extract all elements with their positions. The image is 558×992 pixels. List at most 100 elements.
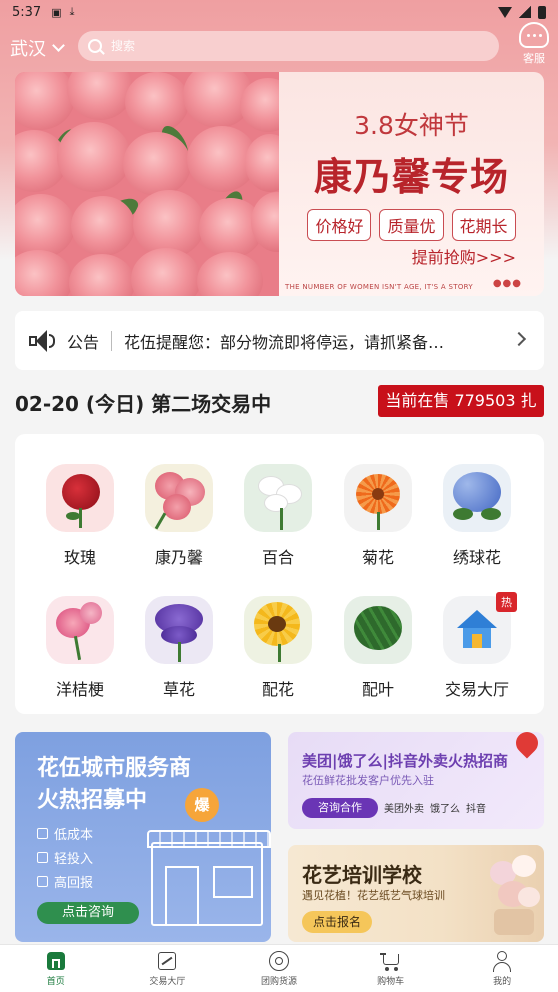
banner-line2: 康乃馨专场 — [313, 155, 509, 199]
shop-illustration — [147, 830, 271, 926]
notice-bar[interactable]: 公告 花伍提醒您：部分物流即将停运，请抓紧备… — [15, 311, 544, 370]
category-hydrangea[interactable]: 绣球花 — [432, 464, 522, 568]
category-label: 洋桔梗 — [55, 680, 104, 699]
delivery-card-title: 美团|饿了么|抖音外卖火热招商 — [302, 752, 508, 770]
banner-cta[interactable]: 提前抢购>>> — [412, 244, 516, 268]
chart-icon — [156, 950, 178, 972]
statice-icon — [145, 596, 213, 664]
session-title: 02-20 (今日) 第二场交易中 — [15, 392, 272, 416]
home-icon — [45, 950, 67, 972]
recruit-feature: 高回报 — [37, 872, 93, 891]
recruit-feature: 轻投入 — [37, 848, 93, 867]
eustoma-icon — [46, 596, 114, 664]
groupbuy-icon — [268, 950, 290, 972]
category-label: 玫瑰 — [63, 548, 96, 567]
consult-button[interactable]: 点击咨询 — [37, 902, 139, 924]
status-bar: 5:37 ▣ ⤓ — [0, 0, 558, 24]
category-grid: 玫瑰 康乃馨 百合 菊花 绣球花 洋桔梗 草花 配花 配叶 热 交易大厅 — [15, 434, 544, 714]
category-carnation[interactable]: 康乃馨 — [134, 464, 224, 568]
battery-icon — [538, 5, 546, 19]
chevron-right-icon[interactable] — [511, 331, 527, 347]
tab-label: 首页 — [46, 977, 65, 987]
banner-line1: 3.8女神节 — [354, 111, 469, 140]
signal-icon — [519, 6, 531, 18]
training-card-subtitle: 遇见花植！花艺纸艺气球培训 — [302, 889, 445, 902]
search-input[interactable] — [111, 39, 481, 53]
notice-label: 公告 — [67, 332, 100, 352]
rose-icon — [46, 464, 114, 532]
search-icon — [88, 39, 102, 53]
carnation-icon — [145, 464, 213, 532]
tab-label: 购物车 — [377, 977, 405, 987]
category-eustoma[interactable]: 洋桔梗 — [35, 596, 125, 700]
category-label: 绣球花 — [452, 548, 501, 567]
category-label: 菊花 — [361, 548, 394, 567]
tab-label: 团购货源 — [260, 977, 297, 987]
customer-service-button[interactable]: 客服 — [512, 22, 556, 66]
customer-service-label: 客服 — [523, 52, 545, 65]
banner-tag: 质量优 — [379, 209, 444, 241]
category-leaf[interactable]: 配叶 — [333, 596, 423, 700]
city-selector[interactable]: 武汉 — [10, 35, 65, 61]
delivery-card-subtitle: 花伍鲜花批发客户优先入驻 — [302, 774, 434, 787]
floral-training-card[interactable]: 花艺培训学校 遇见花植！花艺纸艺气球培训 点击报名 — [288, 845, 544, 942]
city-partner-recruit-card[interactable]: 花伍城市服务商 火热招募中 爆 低成本 轻投入 高回报 点击咨询 — [15, 732, 271, 942]
banner-tag: 花期长 — [451, 209, 516, 241]
banner-small-text: THE NUMBER OF WOMEN ISN'T AGE, IT'S A ST… — [285, 283, 473, 291]
bouquet-image — [484, 853, 544, 938]
divider — [111, 330, 113, 351]
carnation-photo — [15, 72, 279, 296]
signup-button[interactable]: 点击报名 — [302, 911, 372, 933]
promo-banner[interactable]: 3.8女神节 康乃馨专场 价格好 质量优 花期长 提前抢购>>> THE NUM… — [15, 72, 544, 296]
sunflower-icon — [244, 596, 312, 664]
notification-icon: ▣ — [51, 5, 62, 19]
category-label: 交易大厅 — [444, 680, 509, 699]
feature-label: 高回报 — [54, 876, 94, 891]
category-label: 配花 — [261, 680, 294, 699]
wifi-icon — [498, 6, 512, 18]
tab-label: 我的 — [493, 977, 512, 987]
tab-groupbuy[interactable]: 团购货源 — [223, 945, 335, 992]
carousel-dots: ●●● — [492, 278, 522, 289]
speaker-icon — [29, 329, 55, 353]
recruit-title-line2: 火热招募中 — [37, 788, 148, 813]
platform-logos: 美团外卖 饿了么 抖音 — [384, 800, 486, 815]
category-label: 配叶 — [361, 680, 394, 699]
chevron-down-icon — [52, 39, 65, 52]
delivery-platform-card[interactable]: 美团|饿了么|抖音外卖火热招商 花伍鲜花批发客户优先入驻 咨询合作 美团外卖 饿… — [288, 732, 544, 829]
category-rose[interactable]: 玫瑰 — [35, 464, 125, 568]
tab-home[interactable]: 首页 — [0, 945, 112, 992]
cart-icon — [379, 950, 402, 972]
category-label: 百合 — [261, 548, 294, 567]
tab-profile[interactable]: 我的 — [446, 945, 558, 992]
tab-cart[interactable]: 购物车 — [335, 945, 447, 992]
feature-label: 低成本 — [54, 828, 94, 843]
on-sale-badge[interactable]: 当前在售 779503 扎 — [378, 385, 544, 417]
hot-badge: 爆 — [185, 788, 219, 822]
tab-trading-hall[interactable]: 交易大厅 — [112, 945, 224, 992]
category-statice[interactable]: 草花 — [134, 596, 224, 700]
cost-icon — [37, 828, 48, 839]
download-icon: ⤓ — [69, 5, 75, 18]
training-card-title: 花艺培训学校 — [302, 863, 422, 887]
bottom-tab-bar: 首页 交易大厅 团购货源 购物车 我的 — [0, 944, 558, 992]
investment-icon — [37, 852, 48, 863]
customer-service-icon — [519, 22, 549, 48]
lily-icon — [244, 464, 312, 532]
category-label: 草花 — [162, 680, 195, 699]
gift-icon — [37, 876, 48, 887]
category-sunflower[interactable]: 配花 — [233, 596, 323, 700]
category-trading-hall[interactable]: 热 交易大厅 — [432, 592, 522, 700]
category-label: 康乃馨 — [154, 548, 203, 567]
notice-text: 花伍提醒您：部分物流即将停运，请抓紧备… — [124, 332, 445, 352]
category-chrysanthemum[interactable]: 菊花 — [333, 464, 423, 568]
banner-tag: 价格好 — [307, 209, 372, 241]
category-lily[interactable]: 百合 — [233, 464, 323, 568]
fire-icon — [511, 732, 543, 759]
city-name: 武汉 — [10, 39, 46, 60]
meituan-logo: 美团外卖 — [384, 804, 424, 815]
banner-promo-panel: 3.8女神节 康乃馨专场 价格好 质量优 花期长 提前抢购>>> THE NUM… — [279, 72, 544, 296]
recruit-feature: 低成本 — [37, 824, 93, 843]
cooperate-button[interactable]: 咨询合作 — [302, 798, 378, 818]
search-bar[interactable] — [78, 31, 499, 61]
